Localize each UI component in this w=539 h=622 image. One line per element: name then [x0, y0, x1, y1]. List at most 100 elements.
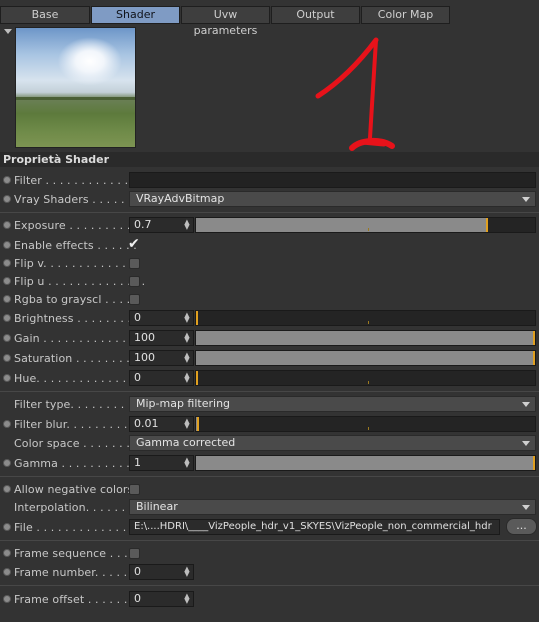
brightness-slider[interactable]: [195, 310, 536, 326]
color-space-dropdown[interactable]: Gamma corrected: [129, 435, 536, 451]
row-color-space: Color space . . . . . . . . Gamma correc…: [0, 434, 539, 453]
separator: [0, 391, 539, 392]
hue-slider[interactable]: [195, 370, 536, 386]
row-rgba-to-grayscale: Rgba to grayscl . . . . .: [0, 290, 539, 309]
filter-blur-input[interactable]: 0.01 ▲ ▼: [129, 416, 194, 432]
saturation-input[interactable]: 100 ▲ ▼: [129, 350, 194, 366]
gamma-slider[interactable]: [195, 455, 536, 471]
filter-label: Filter . . . . . . . . . . . . . .: [14, 174, 143, 187]
vray-shaders-dropdown[interactable]: VRayAdvBitmap: [129, 191, 536, 207]
row-filter: Filter . . . . . . . . . . . . . .: [0, 171, 539, 190]
spinner-arrows-icon[interactable]: ▲ ▼: [184, 312, 190, 324]
spinner-arrows-icon[interactable]: ▲ ▼: [184, 219, 190, 231]
hue-input[interactable]: 0 ▲ ▼: [129, 370, 194, 386]
tab-output[interactable]: Output: [271, 6, 360, 24]
dropdown-caret-icon: [522, 441, 530, 446]
frame-sequence-checkbox[interactable]: [129, 548, 140, 559]
dropdown-caret-icon: [522, 402, 530, 407]
param-dot[interactable]: [3, 195, 11, 203]
row-hue: Hue. . . . . . . . . . . . . . . . 0 ▲ ▼: [0, 369, 539, 388]
frame-number-input[interactable]: 0 ▲ ▼: [129, 564, 194, 580]
interpolation-dropdown[interactable]: Bilinear: [129, 499, 536, 515]
row-gamma: Gamma . . . . . . . . . . . . 1 ▲ ▼: [0, 454, 539, 473]
gain-input[interactable]: 100 ▲ ▼: [129, 330, 194, 346]
spinner-arrows-icon[interactable]: ▲ ▼: [184, 566, 190, 578]
param-dot[interactable]: [3, 485, 11, 493]
frame-offset-input[interactable]: 0 ▲ ▼: [129, 591, 194, 607]
row-enable-effects: Enable effects . . . . . . ✔: [0, 236, 539, 255]
exposure-slider[interactable]: [195, 217, 536, 233]
filter-input[interactable]: [129, 172, 536, 188]
param-dot[interactable]: [3, 374, 11, 382]
spinner-arrows-icon[interactable]: ▲ ▼: [184, 372, 190, 384]
separator: [0, 540, 539, 541]
enable-effects-label: Enable effects . . . . . .: [14, 239, 137, 252]
row-saturation: Saturation . . . . . . . . . . 100 ▲ ▼: [0, 349, 539, 368]
hdri-preview-thumbnail: [15, 27, 136, 148]
row-vray-shaders: Vray Shaders . . . . . . . . VRayAdvBitm…: [0, 190, 539, 209]
red-annotation-mark: [315, 37, 395, 151]
param-dot[interactable]: [3, 523, 11, 531]
tab-color-map[interactable]: Color Map: [361, 6, 450, 24]
filter-blur-slider[interactable]: [195, 416, 536, 432]
tab-uvw-parameters[interactable]: Uvw parameters: [181, 6, 270, 37]
rgba-to-grayscale-checkbox[interactable]: [129, 294, 140, 305]
frame-offset-label: Frame offset . . . . . . .: [14, 593, 135, 606]
row-exposure: Exposure . . . . . . . . . . 0.7 ▲ ▼: [0, 216, 539, 235]
vray-shaders-value: VRayAdvBitmap: [136, 192, 225, 205]
separator: [0, 212, 539, 213]
flip-u-checkbox[interactable]: [129, 276, 140, 287]
dropdown-caret-icon: [522, 197, 530, 202]
enable-effects-checkbox[interactable]: ✔: [128, 236, 140, 252]
exposure-input[interactable]: 0.7 ▲ ▼: [129, 217, 194, 233]
param-dot[interactable]: [3, 459, 11, 467]
row-filter-blur: Filter blur. . . . . . . . . 0.01 ▲ ▼: [0, 415, 539, 434]
row-filter-type: Filter type. . . . . . . . . Mip-map fil…: [0, 395, 539, 414]
row-flip-v: Flip v. . . . . . . . . . . . . .: [0, 254, 539, 273]
param-dot[interactable]: [3, 420, 11, 428]
hue-label: Hue. . . . . . . . . . . . . . . .: [14, 372, 148, 385]
filter-type-value: Mip-map filtering: [136, 397, 231, 410]
collapse-arrow-icon[interactable]: [4, 29, 12, 34]
param-dot[interactable]: [3, 314, 11, 322]
row-file: File . . . . . . . . . . . . . . . E:\..…: [0, 518, 539, 537]
row-frame-offset: Frame offset . . . . . . . 0 ▲ ▼: [0, 590, 539, 609]
spinner-arrows-icon[interactable]: ▲ ▼: [184, 457, 190, 469]
param-dot[interactable]: [3, 221, 11, 229]
saturation-slider[interactable]: [195, 350, 536, 366]
param-dot[interactable]: [3, 595, 11, 603]
filter-type-label: Filter type. . . . . . . . .: [14, 398, 132, 411]
brightness-input[interactable]: 0 ▲ ▼: [129, 310, 194, 326]
flip-v-checkbox[interactable]: [129, 258, 140, 269]
param-dot[interactable]: [3, 259, 11, 267]
file-label: File . . . . . . . . . . . . . . .: [14, 521, 141, 534]
spinner-arrows-icon[interactable]: ▲ ▼: [184, 593, 190, 605]
row-allow-negative-colors: Allow negative colors: [0, 480, 539, 499]
spinner-arrows-icon[interactable]: ▲ ▼: [184, 352, 190, 364]
param-dot[interactable]: [3, 241, 11, 249]
allow-negative-colors-checkbox[interactable]: [129, 484, 140, 495]
param-dot[interactable]: [3, 176, 11, 184]
param-dot[interactable]: [3, 295, 11, 303]
param-dot[interactable]: [3, 568, 11, 576]
tab-shader[interactable]: Shader: [91, 6, 180, 24]
spinner-arrows-icon[interactable]: ▲ ▼: [184, 418, 190, 430]
gamma-input[interactable]: 1 ▲ ▼: [129, 455, 194, 471]
tab-base[interactable]: Base: [0, 6, 90, 24]
param-dot[interactable]: [3, 354, 11, 362]
gain-label: Gain . . . . . . . . . . . . . .: [14, 332, 141, 345]
browse-file-button[interactable]: ...: [506, 518, 537, 535]
preview-horizon: [16, 97, 135, 101]
param-dot[interactable]: [3, 334, 11, 342]
interpolation-label: Interpolation. . . . . . . .: [14, 501, 140, 514]
gain-slider[interactable]: [195, 330, 536, 346]
param-dot[interactable]: [3, 549, 11, 557]
file-path-input[interactable]: E:\....HDRI\____VizPeople_hdr_v1_SKYES\V…: [129, 519, 500, 535]
row-brightness: Brightness . . . . . . . . . 0 ▲ ▼: [0, 309, 539, 328]
separator: [0, 476, 539, 477]
row-flip-u: Flip u . . . . . . . . . . . . . .: [0, 272, 539, 291]
param-dot[interactable]: [3, 277, 11, 285]
spinner-arrows-icon[interactable]: ▲ ▼: [184, 332, 190, 344]
saturation-label: Saturation . . . . . . . . . .: [14, 352, 145, 365]
filter-type-dropdown[interactable]: Mip-map filtering: [129, 396, 536, 412]
